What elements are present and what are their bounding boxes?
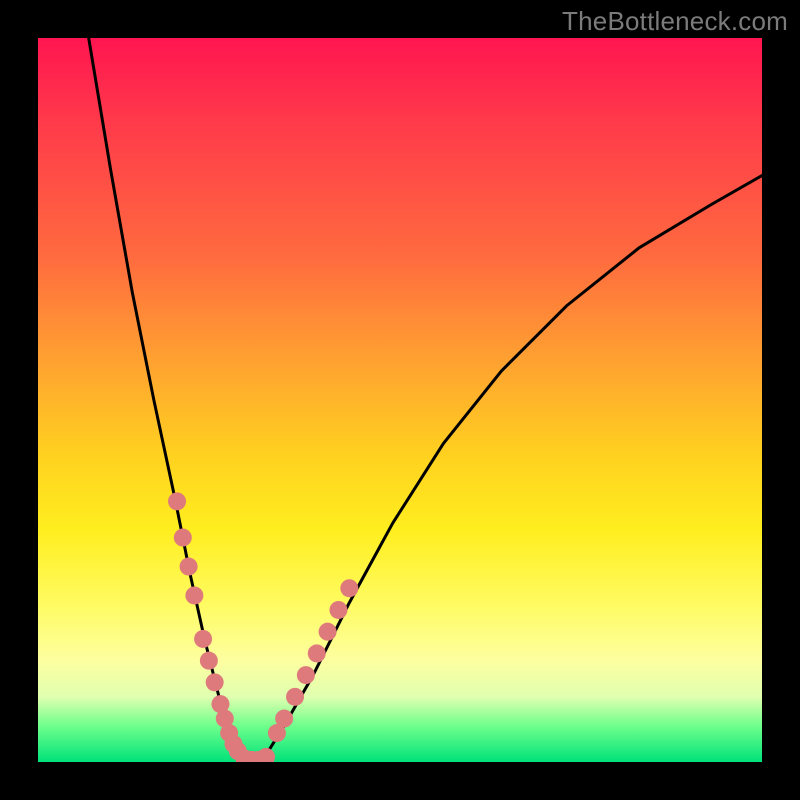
- curve-group: [89, 38, 762, 762]
- plot-area: [38, 38, 762, 762]
- marker-point: [275, 710, 293, 728]
- marker-point: [206, 673, 224, 691]
- marker-point: [308, 644, 326, 662]
- marker-point: [257, 748, 275, 762]
- markers-group: [168, 492, 358, 762]
- marker-point: [180, 558, 198, 576]
- marker-point: [286, 688, 304, 706]
- chart-frame: TheBottleneck.com: [0, 0, 800, 800]
- curve-path: [89, 38, 762, 762]
- marker-point: [174, 529, 192, 547]
- watermark-label: TheBottleneck.com: [562, 6, 788, 37]
- chart-svg: [38, 38, 762, 762]
- marker-point: [194, 630, 212, 648]
- marker-point: [297, 666, 315, 684]
- marker-point: [185, 586, 203, 604]
- marker-point: [340, 579, 358, 597]
- marker-point: [329, 601, 347, 619]
- marker-point: [168, 492, 186, 510]
- marker-point: [200, 652, 218, 670]
- marker-point: [319, 623, 337, 641]
